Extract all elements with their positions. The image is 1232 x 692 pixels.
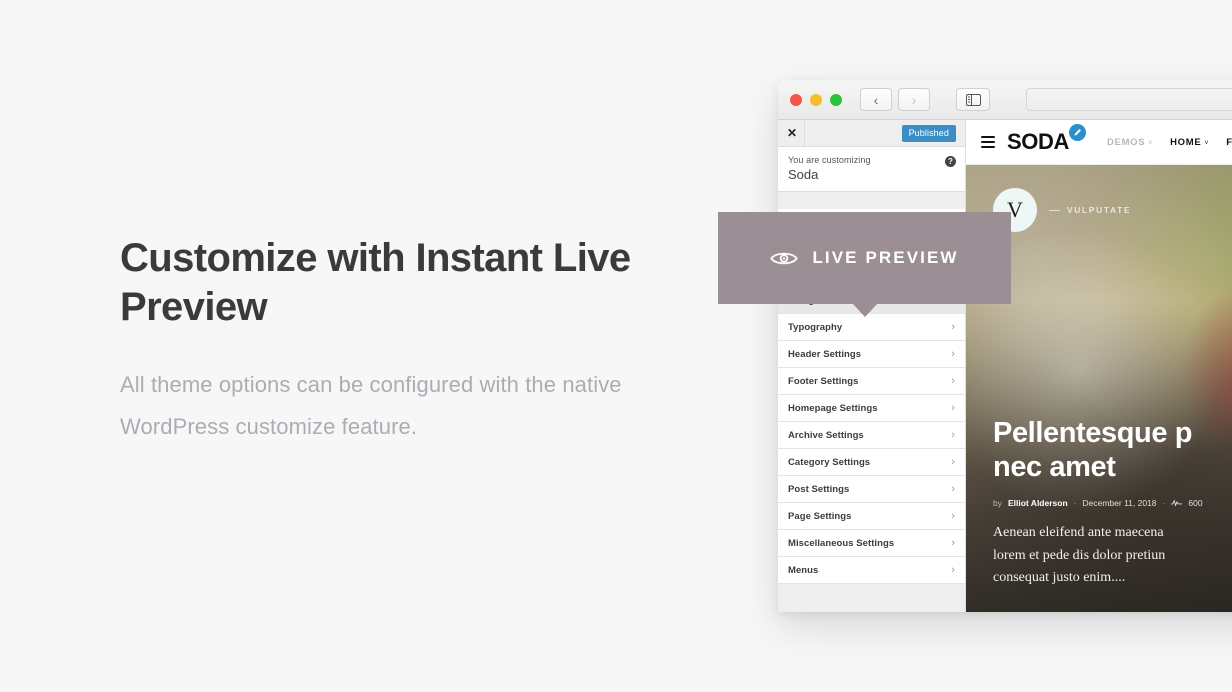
chevron-right-icon: › — [951, 483, 955, 495]
customizer-item-label: Archive Settings — [788, 429, 864, 441]
eye-icon — [770, 252, 799, 264]
page-root: Customize with Instant Live Preview All … — [0, 0, 1232, 692]
browser-titlebar: ‹ › — [778, 80, 1232, 120]
chevron-right-icon: › — [951, 402, 955, 414]
toolbar-divider — [804, 120, 805, 146]
chevron-right-icon: › — [951, 537, 955, 549]
post-excerpt-line2: lorem et pede dis dolor pretiun — [993, 547, 1166, 563]
byline-prefix: by — [993, 497, 1002, 508]
pencil-glyph — [1074, 128, 1081, 136]
hamburger-icon[interactable] — [981, 136, 995, 148]
browser-content: ✕ Published You are customizing Soda ? D… — [778, 120, 1232, 612]
customizer-item-label: Homepage Settings — [788, 402, 878, 414]
customizer-item-page-settings[interactable]: Page Settings › — [778, 503, 965, 530]
customizer-item-category-settings[interactable]: Category Settings › — [778, 449, 965, 476]
close-customizer-button[interactable]: ✕ — [787, 127, 797, 139]
customizer-topbar: ✕ Published — [778, 120, 965, 147]
byline-date: December 11, 2018 — [1082, 497, 1157, 508]
customizer-item-post-settings[interactable]: Post Settings › — [778, 476, 965, 503]
customizer-panel: ✕ Published You are customizing Soda ? D… — [778, 120, 966, 612]
site-nav: DEMOS ˅ HOME ˅ F — [1107, 137, 1232, 148]
post-excerpt: Aenean eleifend ante maecena lorem et pe… — [993, 522, 1232, 590]
browser-window: ‹ › ✕ Published You are customizing Soda… — [778, 80, 1232, 612]
hero-category-row: V VULPUTATE — [993, 188, 1232, 232]
live-preview-pointer — [852, 303, 878, 317]
nav-item-label: F — [1226, 136, 1232, 148]
forward-button[interactable]: › — [898, 88, 930, 111]
views-icon — [1171, 499, 1183, 507]
site-header: SODA DEMOS ˅ HOME ˅ F — [966, 120, 1232, 165]
sidebar-toggle-button[interactable] — [956, 88, 990, 111]
post-byline: by Elliot Alderson · December 11, 2018 ·… — [993, 498, 1232, 508]
customizer-gap — [778, 192, 965, 209]
customizer-item-typography[interactable]: Typography › — [778, 314, 965, 341]
post-excerpt-line3: consequat justo enim.... — [993, 570, 1126, 586]
help-icon[interactable]: ? — [945, 156, 956, 167]
chevron-right-icon: › — [951, 429, 955, 441]
post-title-line1: Pellentesque p — [993, 417, 1193, 450]
customizer-item-label: Miscellaneous Settings — [788, 537, 895, 549]
marketing-copy: Customize with Instant Live Preview All … — [120, 234, 680, 449]
customizer-item-footer-settings[interactable]: Footer Settings › — [778, 368, 965, 395]
page-subtitle: All theme options can be configured with… — [120, 371, 622, 440]
hero-category-label: VULPUTATE — [1067, 205, 1132, 215]
chevron-down-icon: ˅ — [1148, 139, 1154, 147]
post-title[interactable]: Pellentesque p nec amet — [993, 417, 1232, 485]
customizing-label: You are customizing — [788, 155, 871, 165]
navigation-buttons: ‹ › — [860, 88, 930, 111]
nav-item-home[interactable]: HOME ˅ — [1170, 137, 1209, 148]
customizer-site-title: Soda — [788, 167, 819, 182]
maximize-window-button[interactable] — [830, 93, 842, 106]
customizer-item-label: Category Settings — [788, 456, 871, 468]
customizer-item-label: Menus — [788, 564, 819, 576]
pencil-icon — [1068, 124, 1086, 141]
customizer-item-header-settings[interactable]: Header Settings › — [778, 341, 965, 368]
nav-item-demos[interactable]: DEMOS ˅ — [1107, 137, 1153, 148]
customizer-item-homepage-settings[interactable]: Homepage Settings › — [778, 395, 965, 422]
byline-separator: · — [1162, 497, 1166, 508]
chevron-down-icon: ˅ — [1204, 139, 1210, 147]
customizer-section-list: Design › Typography › Header Settings › … — [778, 287, 965, 584]
window-controls[interactable] — [790, 93, 842, 106]
live-preview-badge: LIVE PREVIEW — [718, 212, 1011, 304]
customizer-item-label: Typography — [788, 321, 843, 333]
byline-views: 600 — [1188, 497, 1203, 508]
chevron-right-icon: › — [951, 348, 955, 360]
post-title-line2: nec amet — [993, 451, 1116, 484]
customizer-item-label: Footer Settings — [788, 375, 859, 387]
byline-author[interactable]: Elliot Alderson — [1008, 498, 1068, 508]
customizer-item-label: Header Settings — [788, 348, 862, 360]
dash-icon — [1049, 209, 1060, 211]
customizer-header: You are customizing Soda ? — [778, 147, 965, 192]
site-preview: SODA DEMOS ˅ HOME ˅ F V VULPUTATE Pellen… — [966, 120, 1232, 612]
customizer-item-archive-settings[interactable]: Archive Settings › — [778, 422, 965, 449]
sidebar-toggle-icon — [965, 93, 981, 106]
site-logo[interactable]: SODA — [1007, 124, 1086, 155]
back-button[interactable]: ‹ — [860, 88, 892, 111]
chevron-right-icon: › — [951, 456, 955, 468]
live-preview-label: LIVE PREVIEW — [812, 248, 959, 267]
chevron-right-icon: › — [951, 510, 955, 522]
nav-item-features[interactable]: F — [1226, 137, 1232, 148]
chevron-right-icon: › — [951, 321, 955, 333]
customizer-item-miscellaneous-settings[interactable]: Miscellaneous Settings › — [778, 530, 965, 557]
customizer-item-menus[interactable]: Menus › — [778, 557, 965, 584]
page-title: Customize with Instant Live Preview — [120, 236, 631, 329]
nav-item-label: HOME — [1170, 136, 1202, 148]
publish-button[interactable]: Published — [901, 124, 956, 142]
nav-item-label: DEMOS — [1106, 136, 1146, 148]
hero-text: Pellentesque p nec amet by Elliot Alders… — [993, 417, 1232, 590]
hero-category[interactable]: VULPUTATE — [1049, 205, 1131, 215]
customizer-item-label: Page Settings — [788, 510, 852, 522]
customizer-item-label: Post Settings — [788, 483, 850, 495]
site-logo-text: SODA — [1007, 129, 1069, 154]
chevron-right-icon: › — [951, 375, 955, 387]
chevron-right-icon: › — [951, 564, 955, 576]
address-bar[interactable] — [1026, 88, 1232, 111]
close-window-button[interactable] — [790, 93, 802, 106]
minimize-window-button[interactable] — [810, 93, 822, 106]
byline-separator: · — [1073, 497, 1077, 508]
post-excerpt-line1: Aenean eleifend ante maecena — [993, 524, 1164, 540]
